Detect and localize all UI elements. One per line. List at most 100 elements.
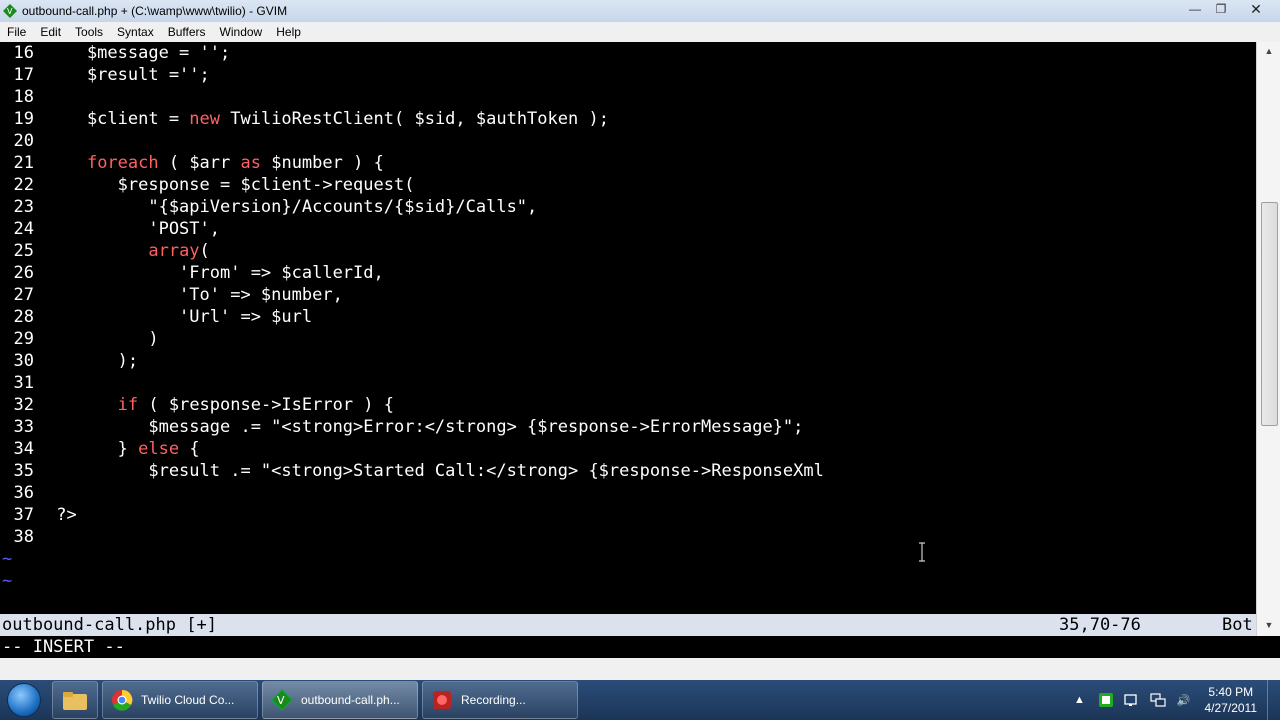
code-line[interactable]: 37 ?> <box>0 504 1256 526</box>
line-number: 35 <box>13 461 34 481</box>
mouse-ibeam-cursor-icon <box>919 542 925 562</box>
code-line[interactable]: 30 ); <box>0 350 1256 372</box>
line-number: 30 <box>13 351 34 371</box>
code-line[interactable]: 21 foreach ( $arr as $number ) { <box>0 152 1256 174</box>
code-line[interactable]: 18 <box>0 86 1256 108</box>
code-line[interactable]: 28 'Url' => $url <box>0 306 1256 328</box>
line-text: 'Url' => $url <box>46 307 313 327</box>
system-clock[interactable]: 5:40 PM 4/27/2011 <box>1205 684 1258 716</box>
code-line[interactable]: 19 $client = new TwilioRestClient( $sid,… <box>0 108 1256 130</box>
code-line[interactable]: 25 array( <box>0 240 1256 262</box>
code-line[interactable]: 29 ) <box>0 328 1256 350</box>
folder-icon <box>62 687 88 713</box>
line-number: 28 <box>13 307 34 327</box>
line-number: 29 <box>13 329 34 349</box>
line-number: 36 <box>13 483 34 503</box>
empty-buffer-tilde: ~ <box>2 571 13 591</box>
code-editor[interactable]: 16 $message = ''; 17 $result =''; 18 19 $cl… <box>0 42 1256 614</box>
line-text: $client = new TwilioRestClient( $sid, $a… <box>46 109 609 129</box>
code-line[interactable]: 24 'POST', <box>0 218 1256 240</box>
line-number: 34 <box>13 439 34 459</box>
line-number: 33 <box>13 417 34 437</box>
line-number: 31 <box>13 373 34 393</box>
line-text: ); <box>46 351 139 371</box>
line-number: 22 <box>13 175 34 195</box>
line-number: 20 <box>13 131 34 151</box>
code-line[interactable]: 26 'From' => $callerId, <box>0 262 1256 284</box>
line-text: $message .= "<strong>Error:</strong> {$r… <box>46 417 804 437</box>
line-text: 'POST', <box>46 219 220 239</box>
maximize-button[interactable]: ❐ <box>1208 0 1234 18</box>
line-text: if ( $response->IsError ) { <box>117 395 395 415</box>
code-line[interactable]: 17 $result =''; <box>0 64 1256 86</box>
action-center-flag-icon[interactable] <box>1123 691 1141 709</box>
menu-file[interactable]: File <box>0 22 33 42</box>
taskbar-gvim-label: outbound-call.ph... <box>301 693 400 707</box>
status-line: outbound-call.php [+] 35,70-76 Bot <box>0 614 1256 636</box>
empty-buffer-tilde: ~ <box>2 549 13 569</box>
close-button[interactable]: ✕ <box>1234 0 1278 18</box>
speaker-icon[interactable]: 🔊 <box>1175 691 1193 709</box>
code-line[interactable]: 38 <box>0 526 1256 548</box>
system-tray: ▲ 🔊 5:40 PM 4/27/2011 <box>1067 680 1280 720</box>
code-line[interactable]: 22 $response = $client->request( <box>0 174 1256 196</box>
cursor-position: 35,70-76 <box>1059 615 1141 635</box>
tray-expand-arrow-icon[interactable]: ▲ <box>1071 691 1089 709</box>
line-number: 19 <box>13 109 34 129</box>
clock-date: 4/27/2011 <box>1204 701 1258 715</box>
network-icon[interactable] <box>1149 691 1167 709</box>
line-text: 'From' => $callerId, <box>46 263 384 283</box>
line-text: $result .= "<strong>Started Call:</stron… <box>46 461 824 481</box>
line-text: 'To' => $number, <box>46 285 343 305</box>
menu-buffers[interactable]: Buffers <box>161 22 213 42</box>
line-text: ) <box>46 329 159 349</box>
code-line[interactable]: 33 $message .= "<strong>Error:</strong> … <box>0 416 1256 438</box>
code-line[interactable]: 23 "{$apiVersion}/Accounts/{$sid}/Calls"… <box>0 196 1256 218</box>
line-text: $message = ''; <box>46 43 231 63</box>
mode-indicator: -- INSERT -- <box>0 636 1258 658</box>
menu-window[interactable]: Window <box>213 22 270 42</box>
svg-text:V: V <box>7 7 13 16</box>
menu-tools[interactable]: Tools <box>68 22 110 42</box>
code-line[interactable]: 36 <box>0 482 1256 504</box>
line-number: 24 <box>13 219 34 239</box>
code-line[interactable]: 35 $result .= "<strong>Started Call:</st… <box>0 460 1256 482</box>
taskbar-explorer[interactable] <box>52 681 98 719</box>
taskbar-chrome-label: Twilio Cloud Co... <box>141 693 235 707</box>
line-text: } else { <box>46 439 200 459</box>
code-line[interactable]: 20 <box>0 130 1256 152</box>
vim-icon: V <box>269 687 295 713</box>
chrome-icon <box>109 687 135 713</box>
taskbar-chrome[interactable]: Twilio Cloud Co... <box>102 681 258 719</box>
svg-text:V: V <box>277 694 285 707</box>
line-number: 38 <box>13 527 34 547</box>
line-number: 23 <box>13 197 34 217</box>
minimize-button[interactable]: — <box>1182 0 1208 18</box>
line-number: 26 <box>13 263 34 283</box>
line-number: 27 <box>13 285 34 305</box>
taskbar-recording[interactable]: Recording... <box>422 681 578 719</box>
code-line[interactable]: 31 <box>0 372 1256 394</box>
vim-app-icon[interactable]: V <box>2 3 18 19</box>
line-text: array( <box>148 241 210 261</box>
vertical-scrollbar[interactable]: ▲ ▼ <box>1256 42 1280 636</box>
scroll-position: Bot <box>1222 615 1253 635</box>
menu-help[interactable]: Help <box>269 22 308 42</box>
code-line[interactable]: 34 } else { <box>0 438 1256 460</box>
taskbar: Twilio Cloud Co... V outbound-call.ph...… <box>0 680 1280 720</box>
line-number: 32 <box>13 395 34 415</box>
start-button[interactable] <box>0 680 48 720</box>
menu-edit[interactable]: Edit <box>33 22 68 42</box>
scroll-up-arrow-icon[interactable]: ▲ <box>1263 46 1275 58</box>
menu-syntax[interactable]: Syntax <box>110 22 161 42</box>
scroll-thumb[interactable] <box>1261 202 1278 426</box>
code-line[interactable]: 27 'To' => $number, <box>0 284 1256 306</box>
taskbar-recording-label: Recording... <box>461 693 526 707</box>
scroll-down-arrow-icon[interactable]: ▼ <box>1263 620 1275 632</box>
show-desktop-button[interactable] <box>1267 680 1280 720</box>
taskbar-gvim[interactable]: V outbound-call.ph... <box>262 681 418 719</box>
tray-app-icon[interactable] <box>1097 691 1115 709</box>
code-line[interactable]: 32 if ( $response->IsError ) { <box>0 394 1256 416</box>
code-line[interactable]: 16 $message = ''; <box>0 42 1256 64</box>
menu-bar: File Edit Tools Syntax Buffers Window He… <box>0 22 1280 43</box>
